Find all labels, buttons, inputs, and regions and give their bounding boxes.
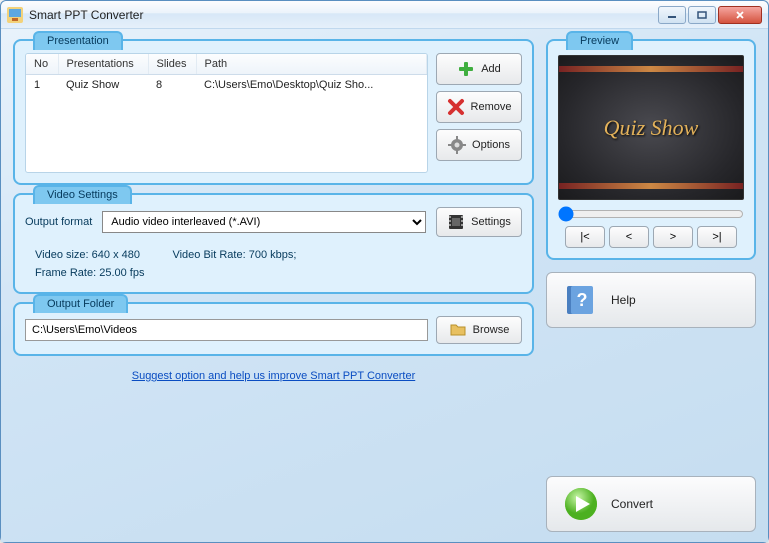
presentation-group: Presentation No Presentations Slides Pat… bbox=[13, 39, 534, 185]
video-settings-button[interactable]: Settings bbox=[436, 207, 522, 237]
maximize-button[interactable] bbox=[688, 6, 716, 24]
titlebar[interactable]: Smart PPT Converter bbox=[1, 1, 768, 29]
col-slides[interactable]: Slides bbox=[148, 54, 196, 75]
preview-slider[interactable] bbox=[558, 206, 744, 222]
app-icon bbox=[7, 7, 23, 23]
presentation-group-title: Presentation bbox=[33, 31, 123, 50]
browse-button[interactable]: Browse bbox=[436, 316, 522, 344]
window-title: Smart PPT Converter bbox=[29, 8, 658, 22]
presentation-table[interactable]: No Presentations Slides Path 1 Quiz Show… bbox=[25, 53, 428, 173]
nav-last-button[interactable]: >| bbox=[697, 226, 737, 248]
preview-accent-bottom bbox=[559, 183, 743, 189]
preview-slide-title: Quiz Show bbox=[604, 115, 699, 141]
plus-icon bbox=[457, 60, 475, 78]
preview-accent-top bbox=[559, 66, 743, 72]
suggest-link[interactable]: Suggest option and help us improve Smart… bbox=[132, 370, 416, 382]
help-icon: ? bbox=[563, 282, 599, 318]
video-settings-title: Video Settings bbox=[33, 185, 132, 204]
col-no[interactable]: No bbox=[26, 54, 58, 75]
window-controls bbox=[658, 6, 762, 24]
svg-text:?: ? bbox=[577, 290, 588, 310]
nav-first-button[interactable]: |< bbox=[565, 226, 605, 248]
x-icon bbox=[447, 98, 465, 116]
col-path[interactable]: Path bbox=[196, 54, 427, 75]
col-name[interactable]: Presentations bbox=[58, 54, 148, 75]
minimize-button[interactable] bbox=[658, 6, 686, 24]
video-settings-group: Video Settings Output format Audio video… bbox=[13, 193, 534, 294]
app-window: Smart PPT Converter Presentation No Pr bbox=[0, 0, 769, 543]
output-path-input[interactable] bbox=[25, 319, 428, 341]
output-folder-title: Output Folder bbox=[33, 294, 128, 313]
output-folder-group: Output Folder Browse bbox=[13, 302, 534, 356]
play-icon bbox=[563, 486, 599, 522]
output-format-select[interactable]: Audio video interleaved (*.AVI) bbox=[102, 211, 426, 233]
table-row[interactable]: 1 Quiz Show 8 C:\Users\Emo\Desktop\Quiz … bbox=[26, 75, 427, 96]
gear-icon bbox=[448, 136, 466, 154]
folder-icon bbox=[449, 321, 467, 339]
nav-next-button[interactable]: > bbox=[653, 226, 693, 248]
preview-title: Preview bbox=[566, 31, 633, 50]
help-button[interactable]: ? Help bbox=[546, 272, 756, 328]
preview-slide: Quiz Show bbox=[558, 55, 744, 200]
client-area: Presentation No Presentations Slides Pat… bbox=[1, 29, 768, 542]
convert-button[interactable]: Convert bbox=[546, 476, 756, 532]
add-button[interactable]: Add bbox=[436, 53, 522, 85]
suggest-link-wrap: Suggest option and help us improve Smart… bbox=[13, 370, 534, 382]
output-format-label: Output format bbox=[25, 216, 92, 228]
close-button[interactable] bbox=[718, 6, 762, 24]
remove-button[interactable]: Remove bbox=[436, 91, 522, 123]
options-button[interactable]: Options bbox=[436, 129, 522, 161]
film-icon bbox=[447, 213, 465, 231]
nav-prev-button[interactable]: < bbox=[609, 226, 649, 248]
preview-group: Preview Quiz Show |< < > >| bbox=[546, 39, 756, 260]
